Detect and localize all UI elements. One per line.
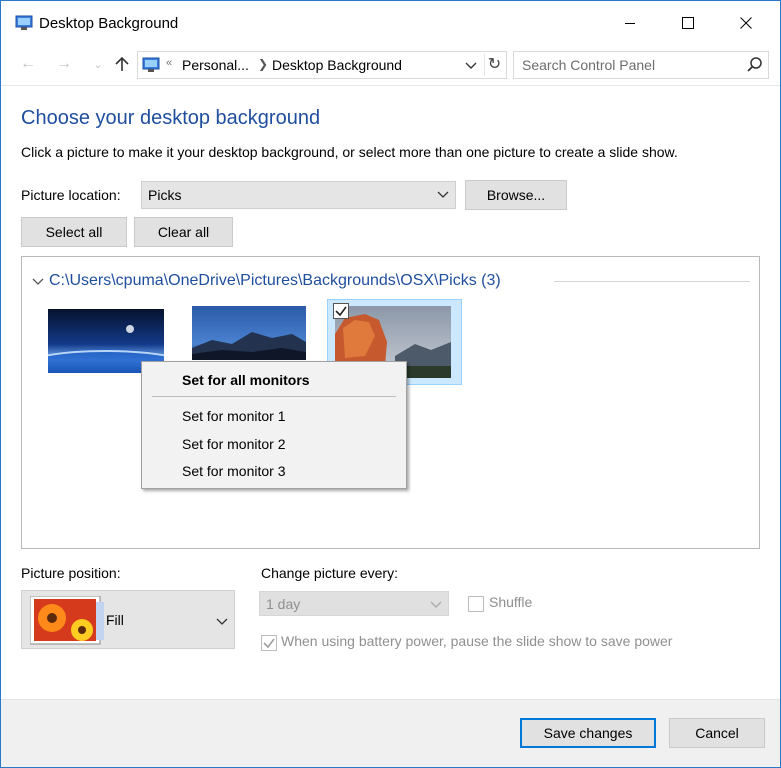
- up-button[interactable]: [111, 53, 133, 75]
- title-bar: Desktop Background: [1, 1, 780, 45]
- breadcrumb-overflow-icon[interactable]: «: [166, 57, 172, 69]
- menu-item-set-monitor-2[interactable]: Set for monitor 2: [182, 436, 286, 452]
- battery-pause-checkbox[interactable]: [261, 635, 277, 651]
- chevron-down-icon: ⌄: [93, 58, 103, 71]
- chevron-down-icon: [430, 601, 442, 608]
- battery-pause-label: When using battery power, pause the slid…: [281, 633, 673, 649]
- forward-arrow-icon: →: [56, 55, 72, 72]
- close-icon: [740, 17, 752, 29]
- search-icon[interactable]: [746, 56, 764, 74]
- chevron-down-icon: [437, 191, 449, 198]
- navigation-bar: ← → ⌄ « Personal... ❯ Desktop Background: [1, 45, 780, 83]
- cancel-button[interactable]: Cancel: [669, 718, 765, 748]
- collapse-chevron-icon[interactable]: [32, 277, 44, 287]
- shuffle-checkbox[interactable]: [468, 596, 484, 612]
- refresh-icon: ↻: [487, 56, 502, 73]
- back-arrow-icon: ←: [20, 55, 36, 72]
- breadcrumb-personalization[interactable]: Personal...: [182, 57, 249, 73]
- menu-item-set-monitor-1[interactable]: Set for monitor 1: [182, 408, 286, 424]
- thumbnail-yosemite-night[interactable]: [192, 306, 306, 360]
- chevron-down-icon: [465, 62, 477, 69]
- desktop-background-window: Desktop Background ← → ⌄ « Personal... ❯…: [0, 0, 781, 768]
- checkmark-icon: [335, 306, 347, 317]
- change-picture-label: Change picture every:: [261, 565, 398, 581]
- close-button[interactable]: [717, 1, 775, 45]
- picture-location-label: Picture location:: [21, 187, 121, 203]
- folder-group-title[interactable]: C:\Users\cpuma\OneDrive\Pictures\Backgro…: [49, 272, 501, 290]
- address-dropdown-button[interactable]: [464, 56, 480, 74]
- maximize-button[interactable]: [659, 1, 717, 45]
- search-input[interactable]: [522, 56, 732, 74]
- search-box[interactable]: [513, 51, 769, 79]
- interval-value: 1 day: [266, 596, 301, 612]
- picture-position-label: Picture position:: [21, 565, 121, 581]
- breadcrumb-separator-icon[interactable]: ❯: [258, 57, 268, 71]
- chevron-down-icon: [216, 618, 228, 625]
- address-bar[interactable]: « Personal... ❯ Desktop Background ↻: [137, 51, 507, 79]
- save-changes-button[interactable]: Save changes: [520, 718, 656, 748]
- group-divider: [554, 281, 750, 282]
- dialog-footer: Save changes Cancel: [1, 699, 780, 767]
- control-panel-icon: [142, 57, 160, 73]
- shuffle-label: Shuffle: [489, 594, 533, 610]
- browse-button[interactable]: Browse...: [465, 180, 567, 210]
- nav-divider: [1, 85, 780, 86]
- page-description: Click a picture to make it your desktop …: [21, 144, 678, 160]
- page-title: Choose your desktop background: [21, 107, 321, 129]
- select-all-button[interactable]: Select all: [21, 217, 127, 247]
- minimize-button[interactable]: [601, 1, 659, 45]
- picture-location-dropdown[interactable]: Picks: [141, 181, 456, 209]
- forward-button[interactable]: →: [53, 53, 75, 75]
- window-title: Desktop Background: [39, 15, 179, 32]
- checkmark-icon: [263, 638, 275, 649]
- menu-item-set-all-monitors[interactable]: Set for all monitors: [182, 372, 310, 388]
- up-arrow-icon: [115, 56, 129, 71]
- recent-locations-button[interactable]: ⌄: [87, 53, 109, 75]
- picture-location-value: Picks: [148, 187, 182, 203]
- interval-dropdown[interactable]: 1 day: [259, 591, 449, 616]
- clear-all-button[interactable]: Clear all: [134, 217, 233, 247]
- position-preview-image: [29, 595, 110, 646]
- picture-position-dropdown[interactable]: Fill: [21, 590, 235, 649]
- menu-item-set-monitor-3[interactable]: Set for monitor 3: [182, 463, 286, 479]
- desktop-background-app-icon: [15, 15, 33, 31]
- context-menu: Set for all monitors Set for monitor 1 S…: [141, 361, 407, 489]
- breadcrumb-desktop-background[interactable]: Desktop Background: [272, 57, 402, 73]
- refresh-button[interactable]: ↻: [484, 54, 504, 76]
- thumbnail-checkbox[interactable]: [333, 303, 349, 319]
- menu-separator: [152, 396, 396, 397]
- maximize-icon: [682, 17, 694, 29]
- back-button[interactable]: ←: [17, 53, 39, 75]
- picture-position-value: Fill: [106, 612, 124, 628]
- minimize-icon: [625, 23, 635, 24]
